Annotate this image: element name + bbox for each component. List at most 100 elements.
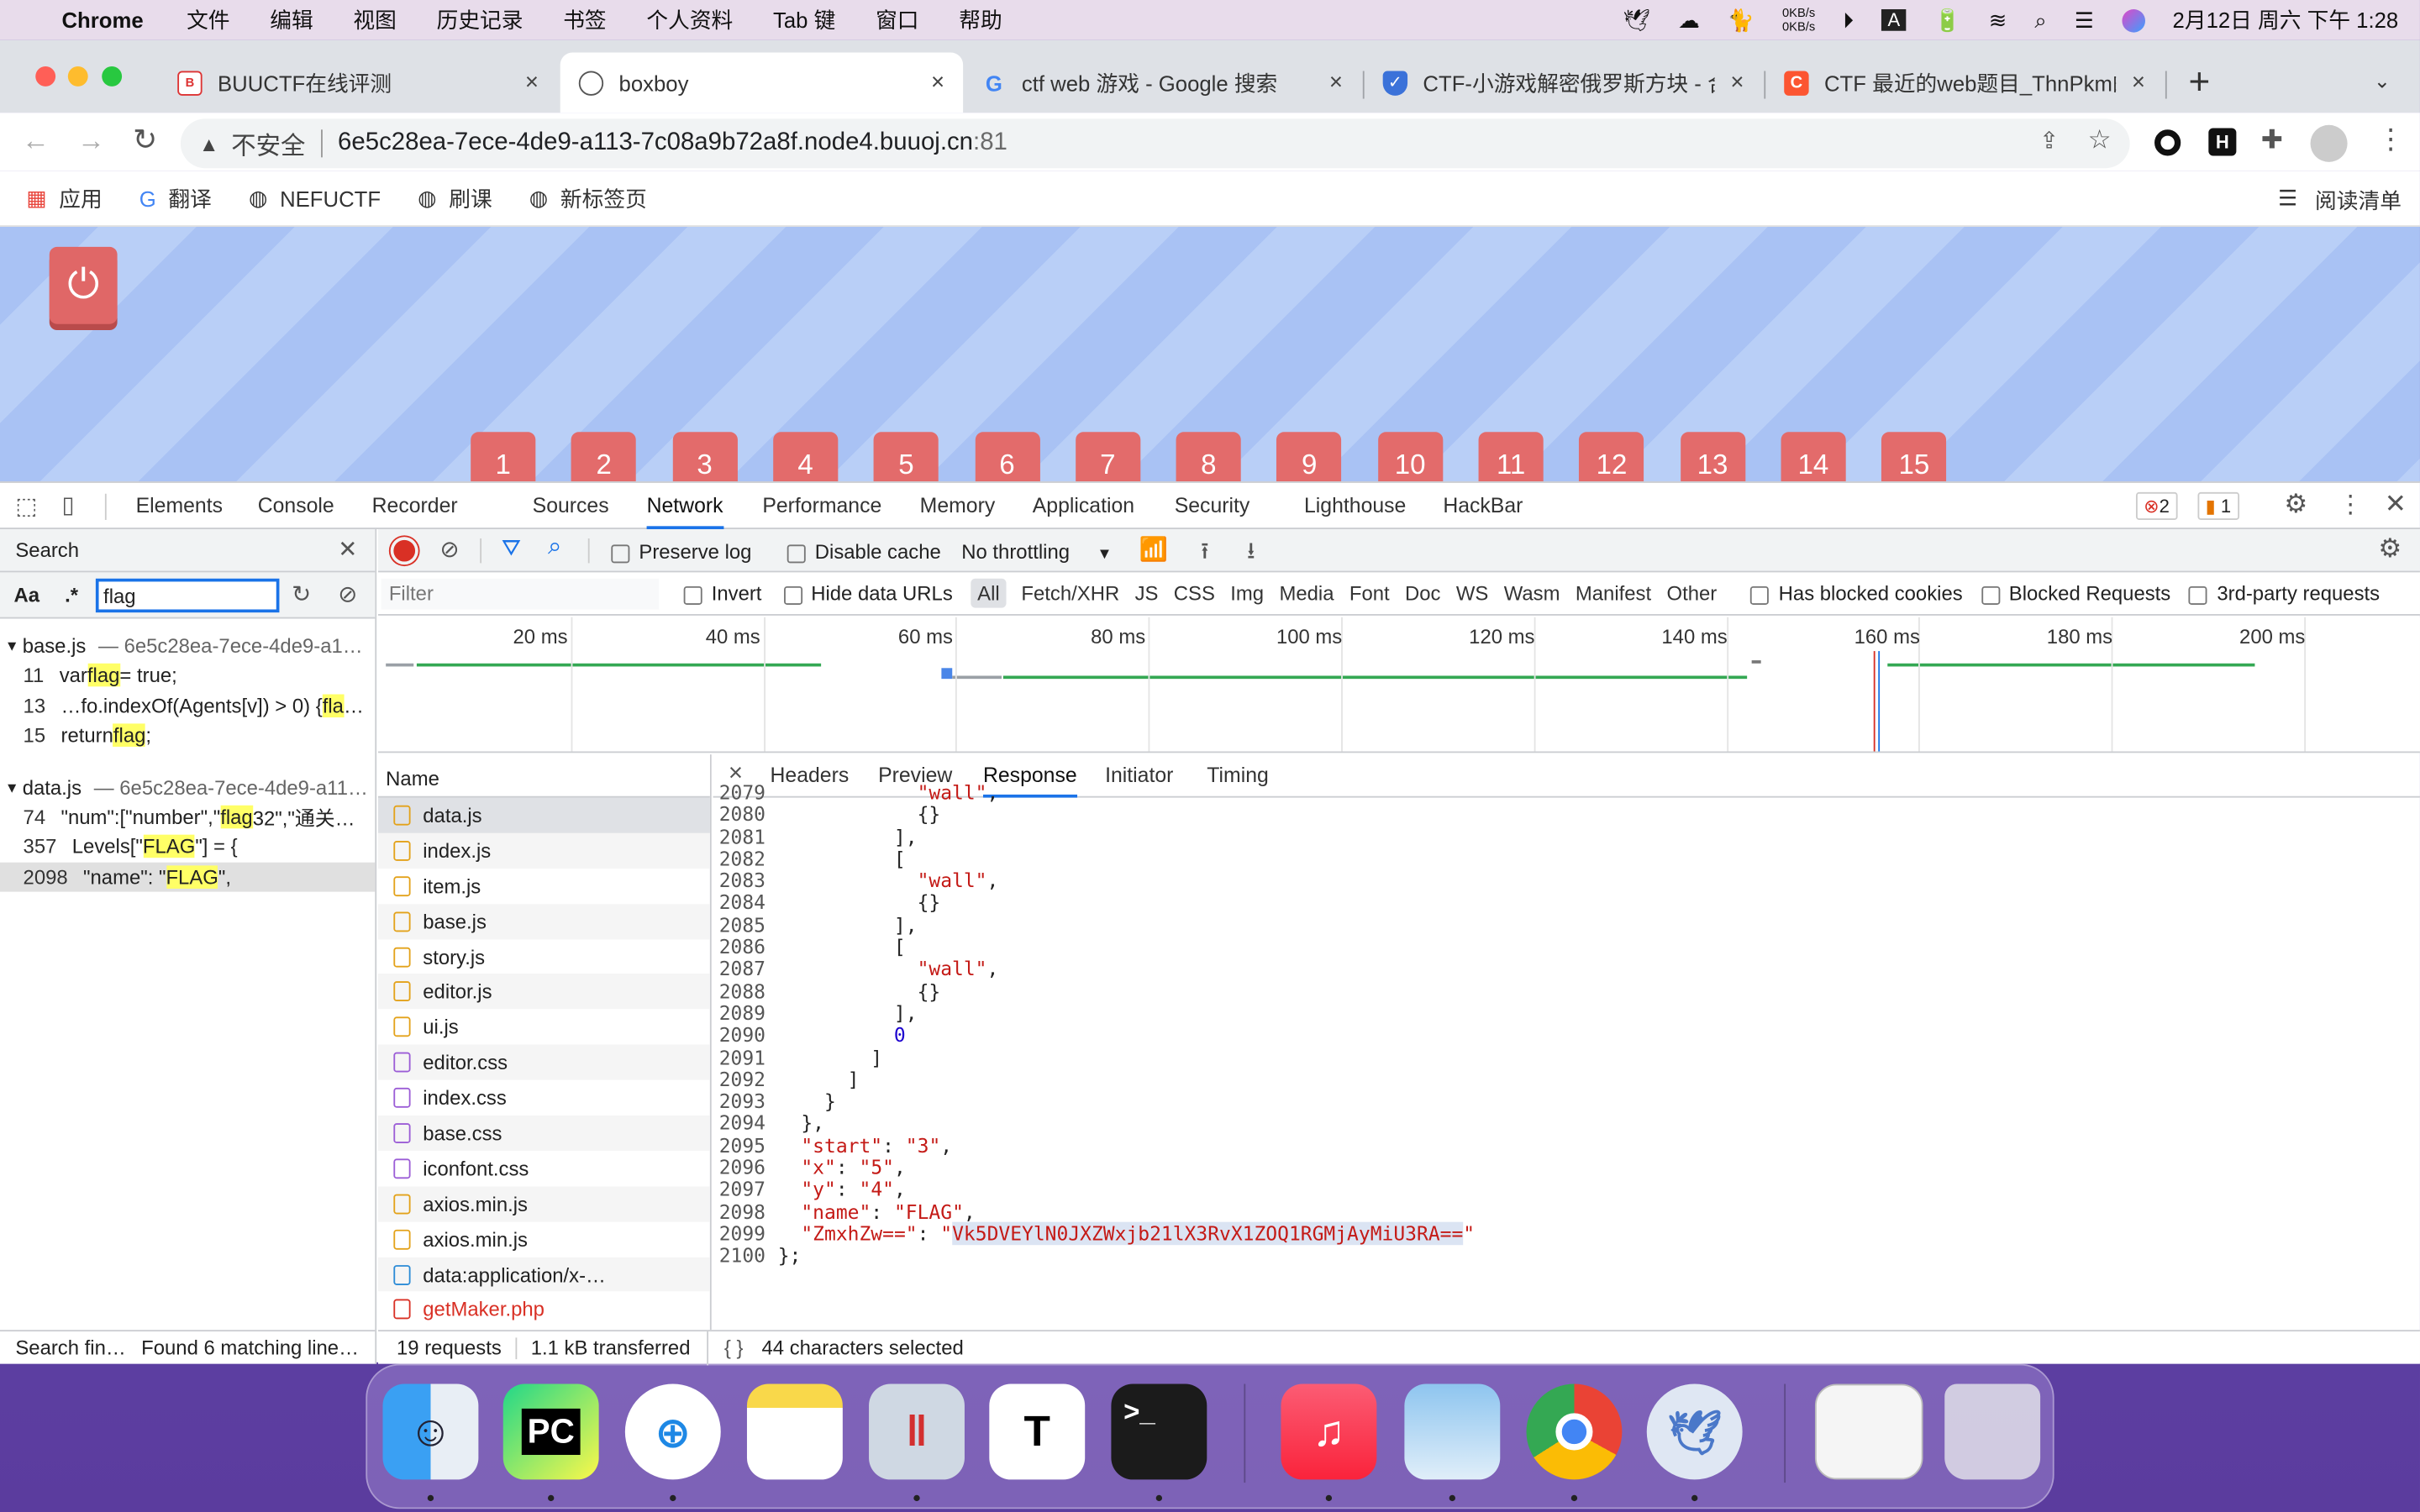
request-row[interactable]: index.css (378, 1080, 710, 1116)
power-button[interactable]: ⏻ (49, 246, 118, 324)
import-har-icon[interactable]: ⭱ (1201, 535, 1209, 574)
search-input[interactable]: flag (95, 578, 280, 613)
tab-ctf-tetris[interactable]: ✓ CTF-小游戏解密俄罗斯方块 - 合 × (1365, 52, 1763, 113)
devtools-tab-lighthouse[interactable]: Lighthouse (1304, 483, 1406, 529)
siri-icon[interactable] (2121, 8, 2145, 32)
tab-boxboy[interactable]: boxboy × (560, 52, 964, 113)
bookmark-3[interactable]: ◍ NEFUCTF (249, 183, 381, 214)
level-button-12[interactable]: 12 (1579, 432, 1644, 485)
filter-type-doc[interactable]: Doc (1405, 581, 1440, 605)
terminal-icon[interactable]: >_ (1111, 1383, 1207, 1480)
inspect-element-icon[interactable]: ⬚ (15, 492, 37, 520)
request-row[interactable]: item.js (378, 869, 710, 904)
warning-icon[interactable]: ▲ (199, 132, 219, 155)
reload-icon[interactable]: ↻ (133, 123, 157, 159)
hide-data-urls-checkbox[interactable]: Hide data URLs (783, 581, 953, 605)
record-button[interactable] (393, 539, 416, 562)
cloud-icon[interactable]: ☁ (1678, 7, 1700, 33)
devtools-tab-memory[interactable]: Memory (920, 483, 996, 529)
spotlight-icon[interactable]: ⌕ (2034, 7, 2046, 33)
menu-app-name[interactable]: Chrome (61, 8, 143, 32)
filter-type-js[interactable]: JS (1135, 581, 1159, 605)
filter-type-media[interactable]: Media (1279, 581, 1334, 605)
third-party-checkbox[interactable]: 3rd-party requests (2189, 581, 2380, 605)
level-button-3[interactable]: 3 (672, 432, 738, 485)
menu-item[interactable]: 帮助 (959, 5, 1002, 36)
filter-type-fetchxhr[interactable]: Fetch/XHR (1021, 581, 1119, 605)
pretty-print-icon[interactable]: { } (724, 1336, 744, 1360)
bird-icon[interactable]: 🕊 (1623, 7, 1650, 33)
request-row[interactable]: editor.js (377, 974, 710, 1010)
level-button-15[interactable]: 15 (1881, 432, 1947, 485)
refresh-search-icon[interactable]: ↻ (292, 580, 311, 607)
bookmark-4[interactable]: ◍ 刷课 (418, 183, 492, 214)
zoom-window-button[interactable] (102, 66, 123, 87)
tab-close-icon[interactable]: × (931, 70, 944, 96)
input-method-icon[interactable]: A (1881, 9, 1907, 31)
filter-type-font[interactable]: Font (1349, 581, 1390, 605)
invert-checkbox[interactable]: Invert (683, 581, 761, 605)
security-label[interactable]: 不安全 (231, 125, 305, 162)
devtools-tab-performance[interactable]: Performance (762, 483, 881, 529)
level-button-10[interactable]: 10 (1377, 432, 1443, 485)
cat-icon[interactable]: 🐈 (1728, 7, 1754, 33)
network-conditions-icon[interactable]: 📶 (1139, 535, 1167, 563)
request-row[interactable]: iconfont.css (378, 1151, 710, 1186)
preserve-log-checkbox[interactable]: Preserve log (611, 540, 751, 563)
burp-bird-icon[interactable]: 🕊 (1646, 1383, 1743, 1480)
export-har-icon[interactable]: ⭳ (1247, 535, 1255, 574)
devtools-tab-hackbar[interactable]: HackBar (1443, 483, 1523, 529)
request-row[interactable]: data.js (377, 797, 710, 833)
url-port[interactable]: :81 (973, 129, 1007, 157)
minimize-window-button[interactable] (67, 66, 88, 87)
blocked-requests-checkbox[interactable]: Blocked Requests (1981, 581, 2170, 605)
devtools-tab-sources[interactable]: Sources (533, 483, 609, 529)
timeline-overview[interactable]: 20 ms 40 ms 60 ms 80 ms 100 ms 120 ms 140 ms 16… (377, 617, 2420, 753)
filter-type-wasm[interactable]: Wasm (1504, 581, 1560, 605)
close-devtools-icon[interactable]: ✕ (2385, 489, 2407, 520)
address-bar[interactable]: ▲ 不安全 6e5c28ea-7ece-4de9-a113-7c08a9b72a… (180, 118, 2130, 169)
search-result-line[interactable]: 357 Levels[" FLAG "] = { (0, 832, 375, 862)
response-code[interactable]: 2079 "wall", 2080 {} 2081 ], 2082 [2083 "wa… (713, 782, 2420, 1276)
filter-type-img[interactable]: Img (1230, 581, 1264, 605)
request-row[interactable]: data:application/x-… (377, 1257, 710, 1293)
bookmark-5[interactable]: ◍ 新标签页 (529, 183, 647, 214)
bookmark-star-icon[interactable]: ☆ (2088, 125, 2112, 156)
device-toolbar-icon[interactable]: ▯ (61, 491, 74, 518)
error-badge[interactable]: ⊗2 (2135, 491, 2178, 520)
level-button-1[interactable]: 1 (471, 432, 536, 485)
has-blocked-cookies-checkbox[interactable]: Has blocked cookies (1750, 581, 1963, 605)
clear-log-icon[interactable]: ⊘ (439, 535, 459, 563)
menu-item[interactable]: 窗口 (876, 5, 918, 36)
music-icon[interactable]: ♫ (1281, 1383, 1377, 1480)
safari-icon[interactable]: ⊕ (624, 1383, 721, 1480)
control-center-icon[interactable]: ☰ (2075, 7, 2094, 33)
filter-type-css[interactable]: CSS (1174, 581, 1215, 605)
network-settings-icon[interactable]: ⚙ (2378, 533, 2402, 564)
level-button-7[interactable]: 7 (1075, 432, 1140, 485)
tab-close-icon[interactable]: × (1730, 70, 1744, 96)
tab-close-icon[interactable]: × (1329, 70, 1343, 96)
reading-list-icon[interactable]: ☰ (2278, 185, 2297, 211)
pycharm-icon[interactable]: PC (502, 1383, 599, 1480)
request-row[interactable]: getMaker.php (378, 1292, 710, 1327)
preview-icon[interactable] (1404, 1383, 1501, 1480)
level-button-13[interactable]: 13 (1680, 432, 1745, 485)
level-button-4[interactable]: 4 (772, 432, 839, 485)
devtools-tab-recorder[interactable]: Recorder (372, 483, 458, 529)
throttling-select[interactable]: No throttling ▼ (961, 540, 1112, 564)
search-result-line[interactable]: 11 var flag = true; (0, 660, 375, 690)
warning-badge[interactable]: ▮ 1 (2197, 491, 2239, 520)
level-button-6[interactable]: 6 (974, 432, 1040, 485)
profile-avatar[interactable] (2310, 124, 2348, 162)
datetime[interactable]: 2月12日 周六 下午 1:28 (2173, 5, 2399, 36)
devtools-tab-console[interactable]: Console (258, 483, 334, 529)
devtools-tab-security[interactable]: Security (1175, 483, 1250, 529)
level-button-2[interactable]: 2 (571, 432, 637, 485)
clear-search-icon[interactable]: ⊘ (338, 580, 357, 607)
new-tab-button[interactable]: + (2188, 61, 2210, 104)
filter-type-manifest[interactable]: Manifest (1576, 581, 1651, 605)
bookmark-1[interactable]: ▦ 应用 (26, 183, 102, 214)
bookmark-2[interactable]: G 翻译 (139, 183, 212, 214)
disable-cache-checkbox[interactable]: Disable cache (786, 540, 941, 563)
